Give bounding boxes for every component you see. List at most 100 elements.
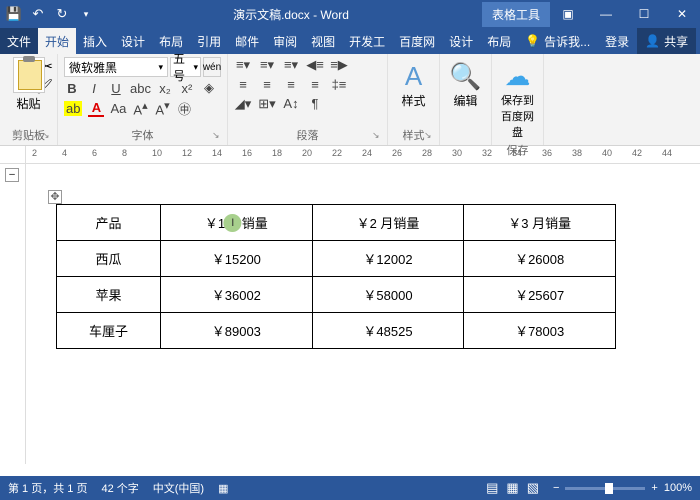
font-name-select[interactable]: 微软雅黑▾ [64,57,168,77]
outline-toggle-icon[interactable]: – [5,168,19,182]
underline-button[interactable]: U [108,81,124,96]
shrink-font-button[interactable]: A▾ [154,99,170,117]
group-label-paragraph: 段落 [234,125,381,145]
word-count[interactable]: 42 个字 [101,480,138,496]
line-spacing-button[interactable]: ‡≡ [330,77,348,92]
styles-icon[interactable]: A [405,61,422,92]
group-font: 微软雅黑▾ 五号▾ wén B I U abc x₂ x² ◈ ab A Aa … [58,54,228,145]
char-shading-button[interactable]: Aa [110,101,126,116]
undo-icon[interactable]: ↶ [30,6,46,22]
tab-table-layout[interactable]: 布局 [480,28,518,54]
minimize-icon[interactable]: — [588,0,624,28]
font-color-button[interactable]: A [88,100,104,117]
table-move-handle-icon[interactable]: ✥ [48,190,62,204]
enclose-char-button[interactable]: ㊥ [176,99,192,118]
font-size-select[interactable]: 五号▾ [170,57,201,77]
tab-table-design[interactable]: 设计 [442,28,480,54]
document-area: – ✥ 产品 I ￥1 月销量 ￥2 月销量 ￥3 月销量 西瓜￥15200￥1… [0,164,700,464]
paragraph-launcher-icon[interactable]: ↘ [372,130,384,142]
numbering-button[interactable]: ≡▾ [258,57,276,73]
zoom-in-button[interactable]: + [651,482,657,494]
table-header[interactable]: ￥3 月销量 [464,205,616,241]
macro-icon[interactable]: ▦ [218,482,228,495]
print-layout-icon[interactable]: ▦ [506,480,518,496]
group-paragraph: ≡▾ ≡▾ ≡▾ ◀≡ ≡▶ ≡ ≡ ≡ ≡ ‡≡ ◢▾ ⊞▾ A↕ ¶ 段落 … [228,54,388,145]
tab-view[interactable]: 视图 [304,28,342,54]
tab-insert[interactable]: 插入 [76,28,114,54]
tab-review[interactable]: 审阅 [266,28,304,54]
increase-indent-button[interactable]: ≡▶ [330,57,348,73]
tab-developer[interactable]: 开发工 [342,28,392,54]
tab-design[interactable]: 设计 [114,28,152,54]
align-left-button[interactable]: ≡ [234,77,252,92]
align-right-button[interactable]: ≡ [282,77,300,92]
styles-button[interactable]: 样式 [401,92,425,109]
table-header[interactable]: I ￥1 月销量 [161,205,313,241]
bullets-button[interactable]: ≡▾ [234,57,252,73]
share-button[interactable]: 👤共享 [637,28,696,54]
zoom-thumb[interactable] [605,483,613,494]
table-tools-label: 表格工具 [482,2,550,27]
group-label-styles: 样式 [403,125,425,145]
close-icon[interactable]: ✕ [664,0,700,28]
phonetic-guide-icon[interactable]: wén [203,57,221,77]
font-launcher-icon[interactable]: ↘ [212,130,224,142]
tab-mailings[interactable]: 邮件 [228,28,266,54]
italic-button[interactable]: I [86,81,102,96]
styles-launcher-icon[interactable]: ↘ [424,130,436,142]
show-marks-button[interactable]: ¶ [306,96,324,112]
decrease-indent-button[interactable]: ◀≡ [306,57,324,73]
borders-button[interactable]: ⊞▾ [258,96,276,112]
clipboard-launcher-icon[interactable]: ↘ [42,130,54,142]
align-center-button[interactable]: ≡ [258,77,276,92]
justify-button[interactable]: ≡ [306,77,324,92]
cloud-icon[interactable]: ☁ [505,61,531,92]
table-header[interactable]: 产品 [57,205,161,241]
group-label-font: 字体 [64,125,221,145]
share-icon: 👤 [645,34,660,48]
page-indicator[interactable]: 第 1 页，共 1 页 [8,480,87,496]
tell-me[interactable]: 💡告诉我... [518,28,597,54]
paste-icon [13,57,45,93]
table-header[interactable]: ￥2 月销量 [312,205,464,241]
tab-references[interactable]: 引用 [190,28,228,54]
titlebar: 💾 ↶ ↻ ▾ 演示文稿.docx - Word 表格工具 ▣ — ☐ ✕ [0,0,700,28]
table-row: 产品 I ￥1 月销量 ￥2 月销量 ￥3 月销量 [57,205,616,241]
qat-more-icon[interactable]: ▾ [78,6,94,22]
paste-button[interactable]: 粘贴 [6,57,51,112]
tab-baidu[interactable]: 百度网 [392,28,442,54]
highlight-button[interactable]: ab [64,101,82,116]
superscript-button[interactable]: x² [179,81,195,96]
multilevel-button[interactable]: ≡▾ [282,57,300,73]
redo-icon[interactable]: ↻ [54,6,70,22]
sort-button[interactable]: A↕ [282,96,300,112]
web-layout-icon[interactable]: ▧ [527,480,539,496]
language-indicator[interactable]: 中文(中国) [153,480,204,496]
clear-format-icon[interactable]: ◈ [201,80,217,96]
zoom-slider[interactable] [565,487,645,490]
ribbon-options-icon[interactable]: ▣ [550,0,586,28]
subscript-button[interactable]: x₂ [157,81,173,96]
find-icon[interactable]: 🔍 [449,61,481,92]
tab-home[interactable]: 开始 [38,28,76,54]
strikethrough-button[interactable]: abc [130,81,151,96]
tab-file[interactable]: 文件 [0,28,38,54]
sales-table[interactable]: 产品 I ￥1 月销量 ￥2 月销量 ￥3 月销量 西瓜￥15200￥12002… [56,204,616,349]
save-cloud-button[interactable]: 保存到百度网盘 [498,92,537,140]
read-mode-icon[interactable]: ▤ [486,480,498,496]
save-icon[interactable]: 💾 [6,6,22,22]
grow-font-button[interactable]: A▴ [132,99,148,117]
table-row: 西瓜￥15200￥12002￥26008 [57,241,616,277]
page[interactable]: ✥ 产品 I ￥1 月销量 ￥2 月销量 ￥3 月销量 西瓜￥15200￥120… [26,164,700,464]
maximize-icon[interactable]: ☐ [626,0,662,28]
bold-button[interactable]: B [64,81,80,96]
ruler-vertical[interactable]: – [0,164,26,464]
editing-button[interactable]: 编辑 [453,92,477,109]
ruler-horizontal[interactable]: 2468101214161820222426283032343638404244 [0,146,700,164]
shading-button[interactable]: ◢▾ [234,96,252,112]
zoom-control: − + 100% [553,482,692,494]
zoom-out-button[interactable]: − [553,482,559,494]
login-button[interactable]: 登录 [597,28,637,54]
zoom-level[interactable]: 100% [664,482,692,494]
group-save: ☁ 保存到百度网盘 保存 [492,54,544,145]
